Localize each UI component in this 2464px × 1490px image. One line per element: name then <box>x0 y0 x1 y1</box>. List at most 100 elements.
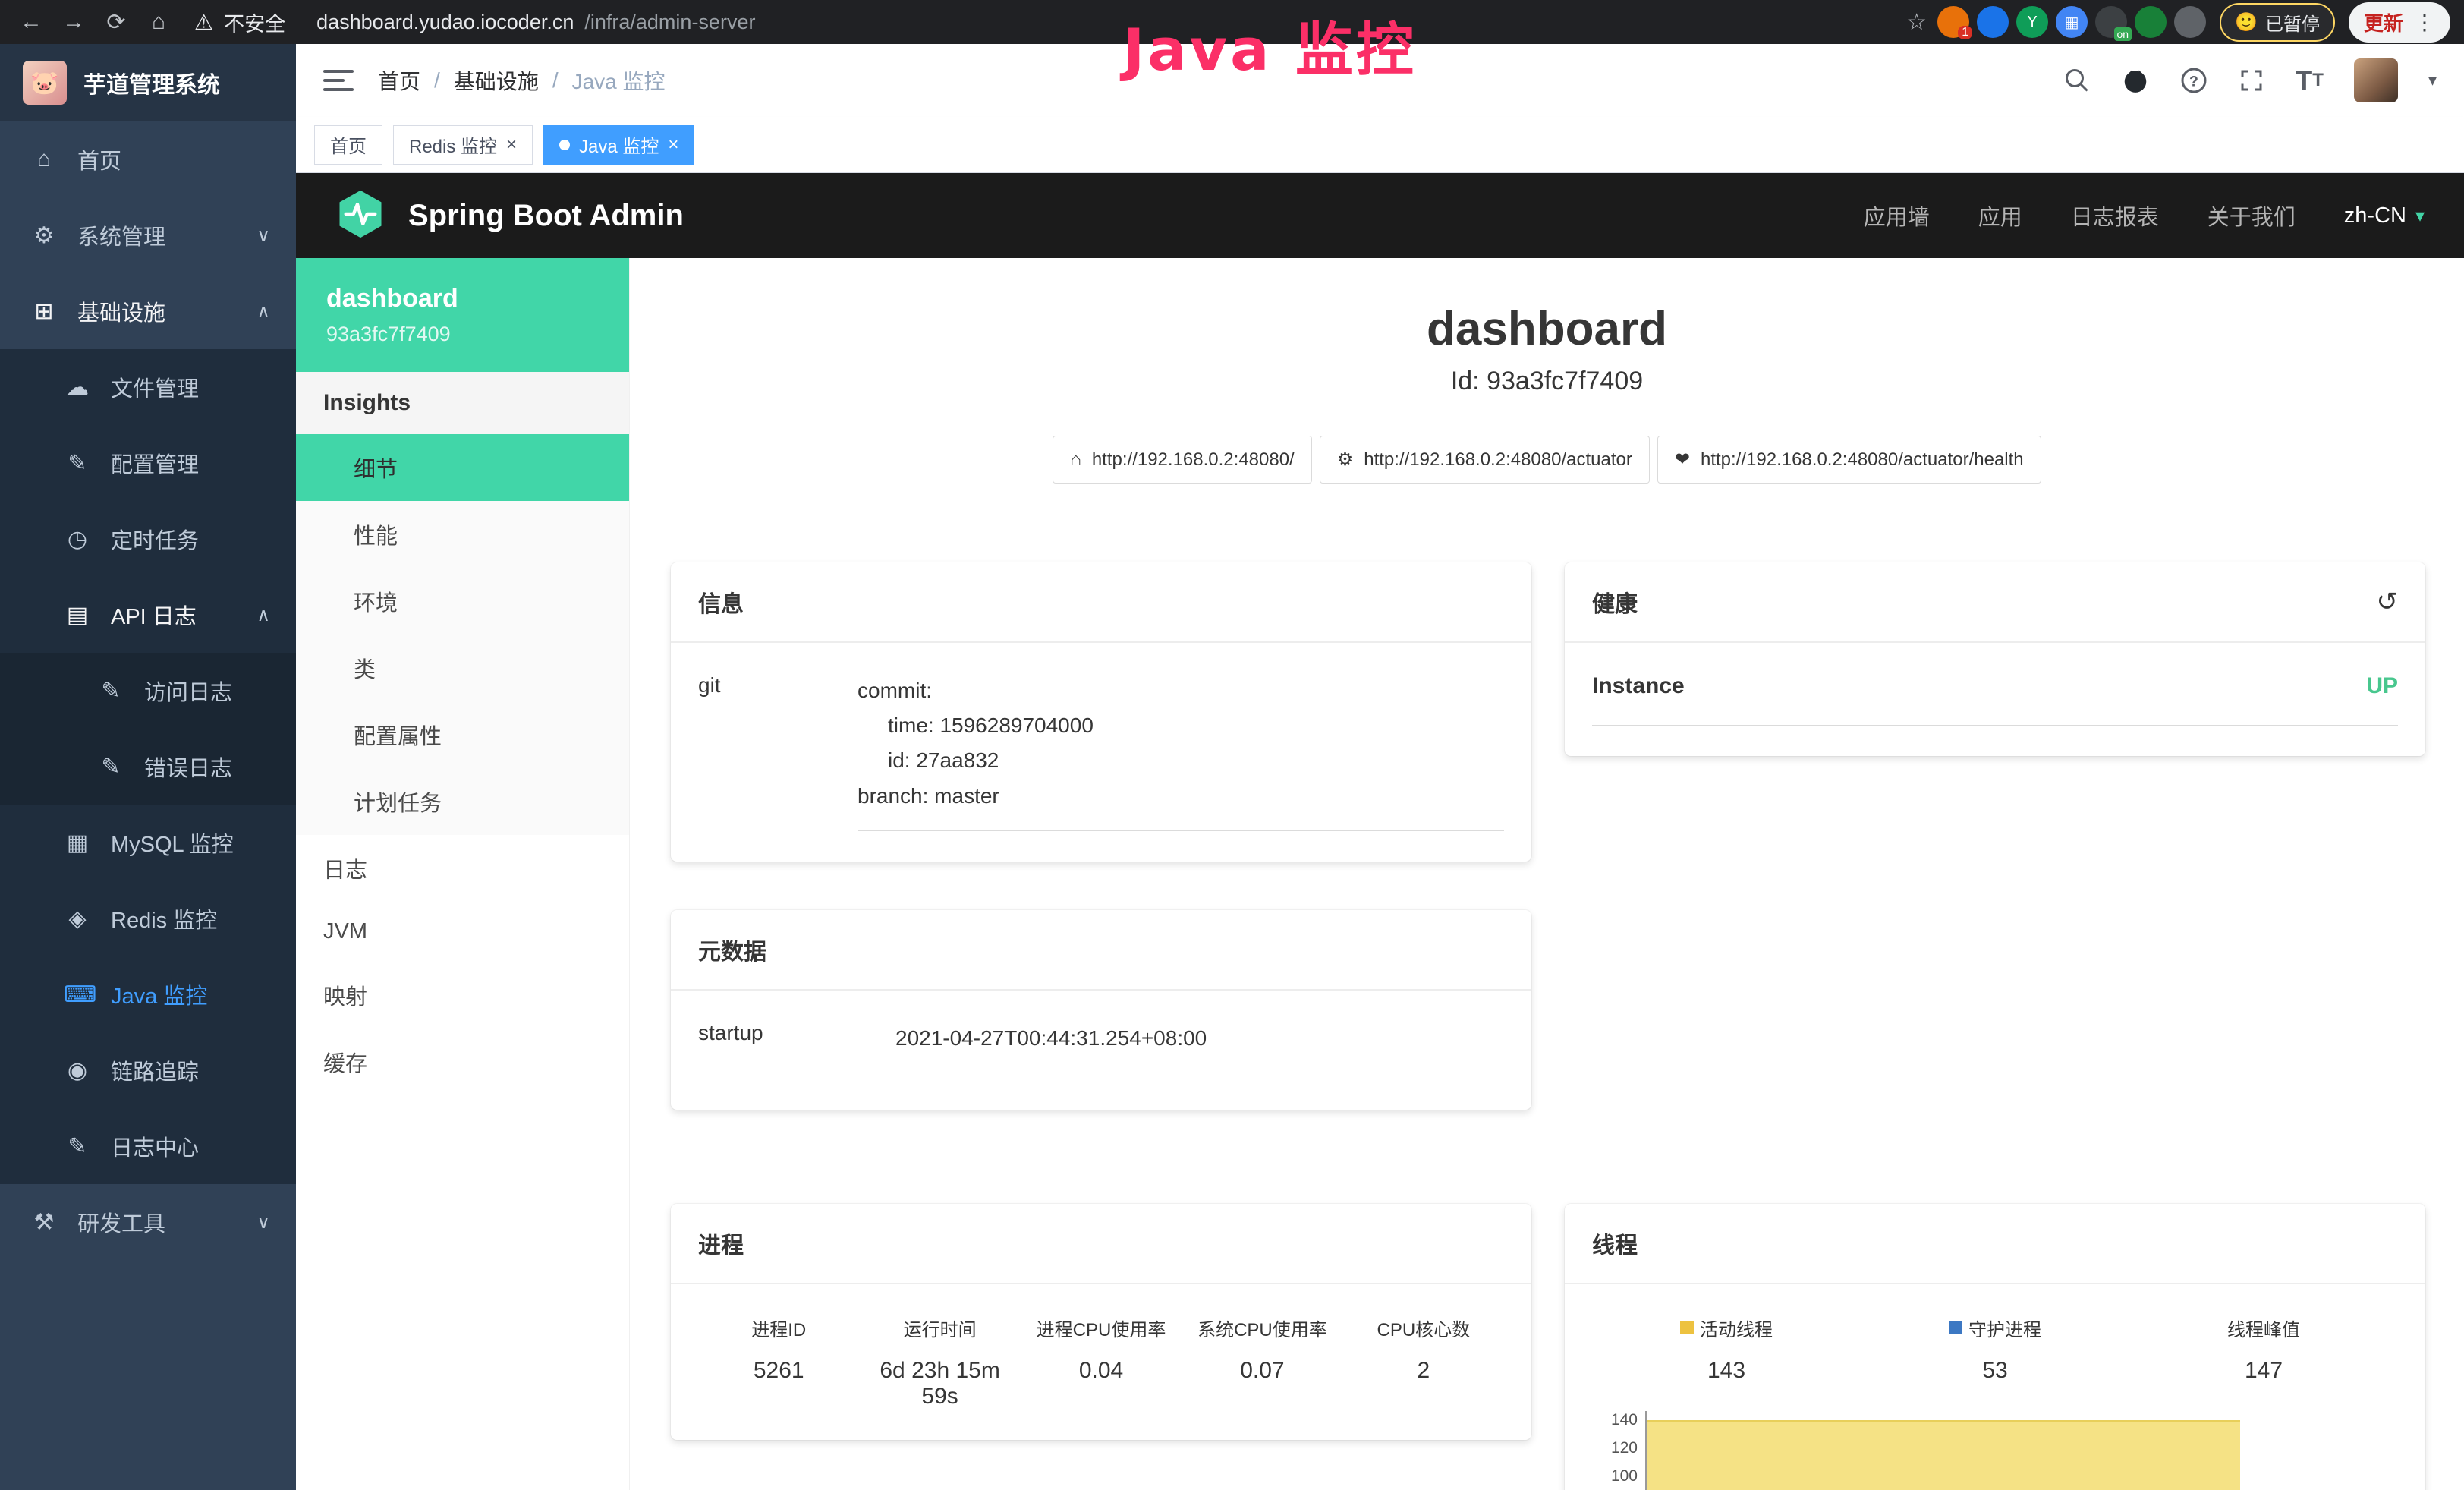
sidebar-item-config[interactable]: ✎ 配置管理 <box>0 425 296 501</box>
app-title: 芋道管理系统 <box>83 66 220 99</box>
sba-menu-jvm[interactable]: JVM <box>296 902 629 962</box>
sidebar-item-label: Redis 监控 <box>111 903 217 934</box>
java-monitor-icon: ⌨ <box>64 981 91 1008</box>
sidebar-item-label: 研发工具 <box>77 1206 165 1238</box>
metadata-value: 2021-04-27T00:44:31.254+08:00 <box>895 1021 1504 1079</box>
sidebar-item-home[interactable]: ⌂ 首页 <box>0 121 296 197</box>
sidebar-item-devtools[interactable]: ⚒ 研发工具 ∨ <box>0 1184 296 1260</box>
legend-label: 线程峰值 <box>2227 1315 2300 1341</box>
actuator-url-link[interactable]: ⚙ http://192.168.0.2:48080/actuator <box>1320 436 1650 484</box>
sidebar-item-api-logs[interactable]: ▤ API 日志 ∧ <box>0 577 296 653</box>
sba-instance-header[interactable]: dashboard 93a3fc7f7409 <box>296 258 629 372</box>
sidebar-item-infra[interactable]: ⊞ 基础设施 ∧ <box>0 273 296 349</box>
tab-redis-monitor[interactable]: Redis 监控 × <box>393 125 533 165</box>
github-icon[interactable] <box>2121 66 2150 95</box>
trace-icon: ◉ <box>64 1057 91 1084</box>
breadcrumb-home[interactable]: 首页 <box>378 65 420 96</box>
bookmark-star-icon[interactable]: ☆ <box>1906 9 1927 36</box>
sba-menu-caches[interactable]: 缓存 <box>296 1029 629 1095</box>
back-icon[interactable]: ← <box>14 5 49 39</box>
sidebar-item-tracing[interactable]: ◉ 链路追踪 <box>0 1032 296 1108</box>
sba-locale-select[interactable]: zh-CN ▾ <box>2344 203 2425 228</box>
tab-java-monitor[interactable]: Java 监控 × <box>543 125 694 165</box>
metric-label: 进程ID <box>698 1315 859 1341</box>
sidebar-item-label: Java 监控 <box>111 978 207 1010</box>
git-commit-line: commit: <box>858 673 1504 708</box>
sidebar-item-label: 系统管理 <box>77 219 165 251</box>
address-bar[interactable]: ⚠ 不安全 dashboard.yudao.iocoder.cn/infra/a… <box>194 8 755 37</box>
avatar-caret-icon[interactable]: ▾ <box>2428 71 2437 90</box>
sidebar-item-label: 基础设施 <box>77 295 165 327</box>
link-label: http://192.168.0.2:48080/actuator <box>1364 449 1632 471</box>
svg-text:?: ? <box>2189 74 2198 90</box>
refresh-icon[interactable]: ⟳ <box>99 5 134 39</box>
sba-nav-about[interactable]: 关于我们 <box>2208 200 2296 232</box>
git-branch-line: branch: master <box>858 779 1504 814</box>
close-icon[interactable]: × <box>506 134 517 156</box>
hamburger-icon[interactable] <box>323 70 354 91</box>
close-icon[interactable]: × <box>668 134 678 156</box>
sidebar-item-java-monitor[interactable]: ⌨ Java 监控 <box>0 956 296 1032</box>
forward-icon[interactable]: → <box>56 5 91 39</box>
cpu-cores: CPU核心数 2 <box>1343 1315 1504 1410</box>
update-button[interactable]: 更新 ⋮ <box>2349 2 2450 43</box>
sba-nav-journal[interactable]: 日志报表 <box>2071 200 2159 232</box>
info-value: commit: time: 1596289704000 id: 27aa832 … <box>858 673 1504 831</box>
extension-icon-on[interactable]: on <box>2095 6 2127 38</box>
legend-swatch-blue <box>1949 1321 1962 1334</box>
breadcrumb-infra[interactable]: 基础设施 <box>454 65 539 96</box>
home-icon[interactable]: ⌂ <box>141 5 176 39</box>
sba-menu-classes[interactable]: 类 <box>296 635 629 701</box>
extension-icon-leaf[interactable] <box>2135 6 2167 38</box>
health-instance-row[interactable]: Instance UP <box>1592 673 2398 726</box>
sidebar-item-label: 链路追踪 <box>111 1054 199 1086</box>
health-url-link[interactable]: ❤ http://192.168.0.2:48080/actuator/heal… <box>1657 436 2041 484</box>
fullscreen-icon[interactable] <box>2238 67 2265 94</box>
sba-menu-logs[interactable]: 日志 <box>296 835 629 902</box>
sidebar-item-mysql[interactable]: ▦ MySQL 监控 <box>0 805 296 880</box>
sba-menu-configprops[interactable]: 配置属性 <box>296 701 629 768</box>
sba-menu-details[interactable]: 细节 <box>296 434 629 501</box>
y-tick: 120 <box>1592 1439 1638 1467</box>
extensions-puzzle-icon[interactable]: ▦ <box>2056 6 2088 38</box>
extension-icon-plug[interactable] <box>2174 6 2206 38</box>
extension-icon-drop[interactable] <box>1977 6 2009 38</box>
sidebar-item-files[interactable]: ☁ 文件管理 <box>0 349 296 425</box>
menu-kebab-icon[interactable]: ⋮ <box>2414 10 2435 35</box>
font-size-icon[interactable]: TT <box>2296 65 2324 96</box>
doc-icon: ✎ <box>64 1133 91 1160</box>
sba-menu-environment[interactable]: 环境 <box>296 568 629 635</box>
sba-menu-metrics[interactable]: 性能 <box>296 501 629 568</box>
sidebar-item-jobs[interactable]: ◷ 定时任务 <box>0 501 296 577</box>
service-url-link[interactable]: ⌂ http://192.168.0.2:48080/ <box>1053 436 1311 484</box>
instance-id: 93a3fc7f7409 <box>326 323 599 346</box>
sba-nav: 应用墙 应用 日志报表 关于我们 zh-CN ▾ <box>1864 200 2425 232</box>
process-card-title: 进程 <box>671 1204 1531 1284</box>
metric-value: 0.07 <box>1182 1358 1342 1384</box>
search-icon[interactable] <box>2063 67 2091 94</box>
sba-menu-mappings[interactable]: 映射 <box>296 962 629 1029</box>
tab-home[interactable]: 首页 <box>314 125 382 165</box>
app-main: 首页 / 基础设施 / Java 监控 ? <box>296 44 2464 1490</box>
sidebar-item-redis[interactable]: ◈ Redis 监控 <box>0 880 296 956</box>
extension-icon-y[interactable]: Y <box>2016 6 2048 38</box>
sidebar-item-log-center[interactable]: ✎ 日志中心 <box>0 1108 296 1184</box>
metric-value: 0.04 <box>1021 1358 1182 1384</box>
sba-nav-wallboard[interactable]: 应用墙 <box>1864 200 1930 232</box>
app-logo-row[interactable]: 🐷 芋道管理系统 <box>0 44 296 121</box>
sidebar-item-system[interactable]: ⚙ 系统管理 ∨ <box>0 197 296 273</box>
history-icon[interactable]: ↺ <box>2377 587 2399 617</box>
sidebar-item-error-log[interactable]: ✎ 错误日志 <box>0 729 296 805</box>
log-icon: ▤ <box>64 602 91 628</box>
paused-badge[interactable]: 🙂 已暂停 <box>2220 3 2335 42</box>
metadata-card-title: 元数据 <box>671 910 1531 991</box>
sba-menu-scheduledtasks[interactable]: 计划任务 <box>296 768 629 835</box>
sba-nav-applications[interactable]: 应用 <box>1978 200 2022 232</box>
help-icon[interactable]: ? <box>2180 67 2208 94</box>
clock-icon: ◷ <box>64 526 91 553</box>
user-avatar[interactable] <box>2354 58 2398 102</box>
extension-icon-orange[interactable]: 1 <box>1937 6 1969 38</box>
sidebar-item-label: 定时任务 <box>111 523 199 555</box>
monitor-icon: ⊞ <box>30 298 58 325</box>
sidebar-item-access-log[interactable]: ✎ 访问日志 <box>0 653 296 729</box>
